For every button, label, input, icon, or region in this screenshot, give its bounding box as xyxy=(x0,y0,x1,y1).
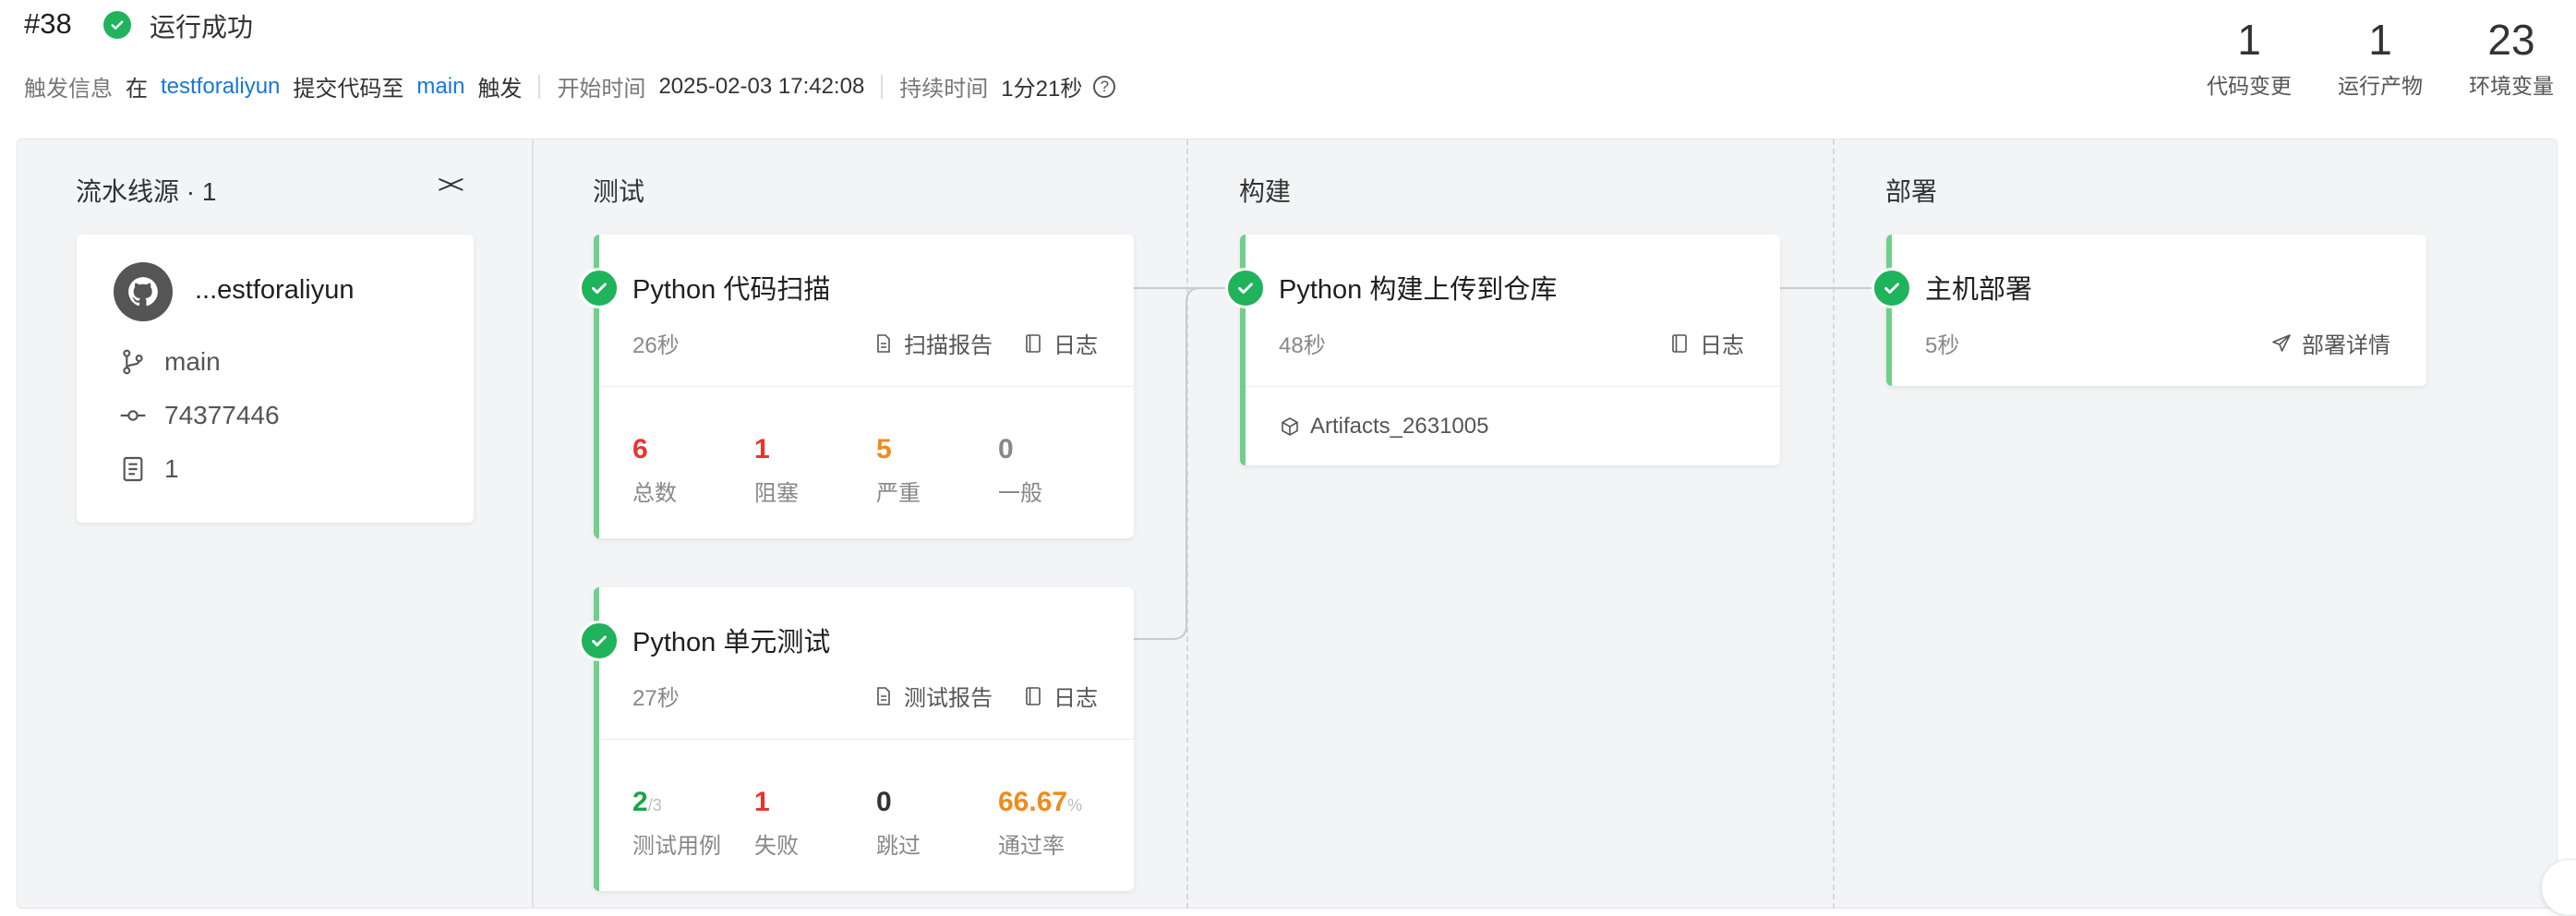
log-link[interactable]: 日志 xyxy=(1022,327,1098,359)
file-count: 1 xyxy=(164,454,179,483)
action-label: 日志 xyxy=(1053,686,1098,711)
job-duration: 5秒 xyxy=(1925,333,1960,358)
job-card-code-scan[interactable]: Python 代码扫描 26秒 扫描报告 日志 6 总数 1 阻塞 5 严重 0… xyxy=(594,235,1134,538)
metric-suffix: % xyxy=(1067,796,1083,814)
job-duration: 26秒 xyxy=(632,333,680,358)
branch-icon xyxy=(123,349,143,375)
metric-label: 阻塞 xyxy=(754,481,799,506)
metric-skipped[interactable]: 0 跳过 xyxy=(876,789,921,860)
job-name[interactable]: Python 代码扫描 xyxy=(632,268,830,307)
metric-value: 5 xyxy=(876,434,892,464)
action-label: 扫描报告 xyxy=(904,333,993,358)
metric-value: 2 xyxy=(632,787,648,817)
github-icon xyxy=(114,262,173,321)
action-label: 测试报告 xyxy=(904,686,993,711)
metric-label: 测试用例 xyxy=(632,834,721,859)
divider xyxy=(599,739,1134,740)
action-label: 部署详情 xyxy=(2302,333,2390,358)
job-card-host-deploy[interactable]: 主机部署 5秒 部署详情 xyxy=(1886,235,2426,386)
artifact-link[interactable]: Artifacts_2631005 xyxy=(1279,414,1488,440)
metric-label: 总数 xyxy=(632,481,677,506)
metric-value: 0 xyxy=(998,434,1014,464)
metric-value: 6 xyxy=(632,434,648,464)
stage-title-test: 测试 xyxy=(593,177,645,206)
job-card-unit-test[interactable]: Python 单元测试 27秒 测试报告 日志 2/3 测试用例 1 失败 0 … xyxy=(594,587,1134,891)
job-name[interactable]: 主机部署 xyxy=(1925,268,2032,307)
test-report-link[interactable]: 测试报告 xyxy=(873,680,993,712)
job-success-icon xyxy=(579,621,620,661)
metric-suffix: /3 xyxy=(647,796,662,814)
metric-value: 1 xyxy=(754,787,770,817)
report-icon xyxy=(877,686,890,705)
source-column-title: 流水线源 · 1 xyxy=(76,177,217,206)
job-name[interactable]: Python 构建上传到仓库 xyxy=(1279,268,1557,307)
scan-report-link[interactable]: 扫描报告 xyxy=(873,327,993,359)
metric-critical[interactable]: 5 严重 xyxy=(876,436,921,507)
divider xyxy=(599,386,1134,387)
file-count-row: 1 xyxy=(118,454,179,484)
divider xyxy=(1246,386,1780,387)
metric-total[interactable]: 6 总数 xyxy=(632,436,677,507)
job-success-icon xyxy=(1225,268,1266,308)
report-icon xyxy=(877,333,890,353)
metric-label: 跳过 xyxy=(876,834,921,859)
job-card-build-upload[interactable]: Python 构建上传到仓库 48秒 日志 Artifacts_2631005 xyxy=(1240,235,1780,465)
action-label: 日志 xyxy=(1053,333,1098,358)
commit-hash[interactable]: 74377446 xyxy=(164,401,280,430)
collapse-icon[interactable]: >< xyxy=(438,170,464,199)
log-link[interactable]: 日志 xyxy=(1022,680,1098,712)
stage-title-build: 构建 xyxy=(1239,177,1292,206)
send-icon xyxy=(2272,333,2291,352)
metric-label: 一般 xyxy=(998,481,1042,506)
document-icon xyxy=(123,456,143,482)
log-icon xyxy=(1672,333,1687,353)
package-icon xyxy=(1282,417,1298,436)
commit-icon xyxy=(120,410,146,421)
metric-blocker[interactable]: 1 阻塞 xyxy=(754,436,799,507)
job-name[interactable]: Python 单元测试 xyxy=(632,621,830,659)
metric-pass-rate[interactable]: 66.67% 通过率 xyxy=(998,789,1082,860)
job-success-icon xyxy=(1872,268,1912,308)
branch-name: main xyxy=(164,347,221,376)
metric-label: 严重 xyxy=(876,481,921,506)
commit-row: 74377446 xyxy=(118,401,280,430)
artifact-name: Artifacts_2631005 xyxy=(1310,414,1489,439)
metric-value: 0 xyxy=(876,787,892,817)
job-duration: 48秒 xyxy=(1279,333,1326,358)
metric-label: 通过率 xyxy=(998,834,1065,859)
job-duration: 27秒 xyxy=(632,686,680,711)
metric-test-cases[interactable]: 2/3 测试用例 xyxy=(632,789,721,860)
log-link[interactable]: 日志 xyxy=(1668,327,1744,359)
metric-normal[interactable]: 0 一般 xyxy=(998,436,1042,507)
metric-label: 失败 xyxy=(754,834,799,859)
repo-name[interactable]: ...estforaliyun xyxy=(195,275,354,306)
job-success-icon xyxy=(579,268,620,308)
log-icon xyxy=(1026,686,1041,705)
deploy-details-link[interactable]: 部署详情 xyxy=(2270,327,2390,359)
metric-failed[interactable]: 1 失败 xyxy=(754,789,799,860)
branch-row: main xyxy=(118,347,221,377)
metric-value: 66.67 xyxy=(998,787,1068,817)
metric-value: 1 xyxy=(754,434,770,464)
action-label: 日志 xyxy=(1700,333,1744,358)
source-card[interactable]: ...estforaliyun main 74377446 1 xyxy=(77,235,474,523)
stage-title-deploy: 部署 xyxy=(1885,177,1938,206)
log-icon xyxy=(1026,333,1041,353)
